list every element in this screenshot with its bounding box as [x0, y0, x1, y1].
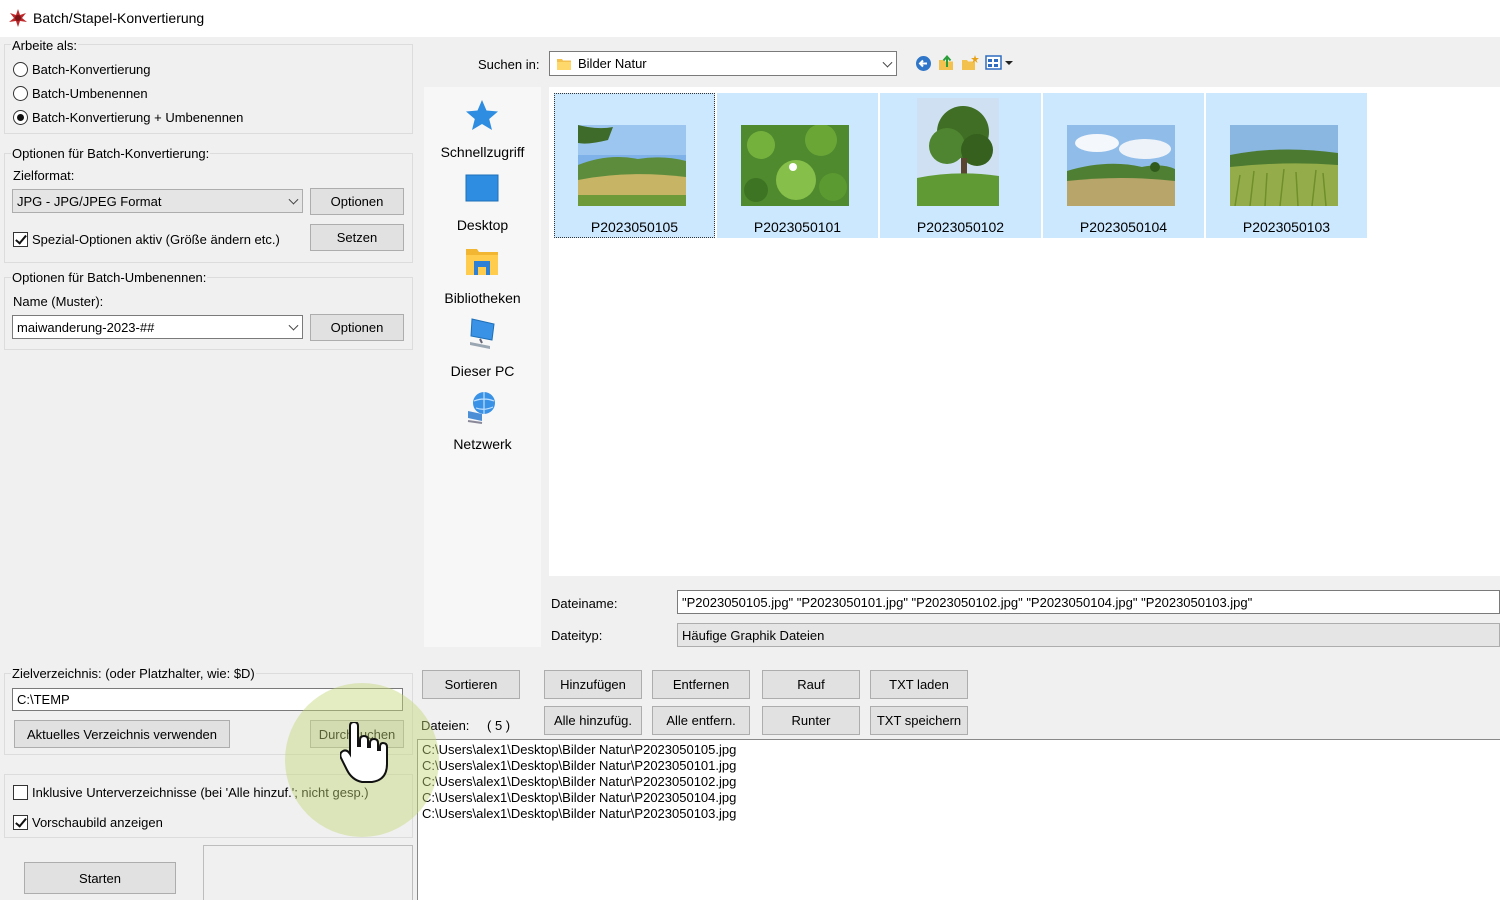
- include-subdirs-checkbox[interactable]: [13, 785, 28, 800]
- look-in-select[interactable]: Bilder Natur: [549, 51, 897, 76]
- places-bar: Schnellzugriff Desktop Bibliotheken Dies…: [424, 87, 541, 647]
- move-up-button[interactable]: Rauf: [762, 670, 860, 699]
- show-preview-label: Vorschaubild anzeigen: [32, 815, 163, 830]
- save-txt-button[interactable]: TXT speichern: [870, 706, 968, 735]
- use-current-dir-button[interactable]: Aktuelles Verzeichnis verwenden: [14, 720, 230, 748]
- file-view[interactable]: P2023050105 P2023050101 P2023050102 P202…: [549, 87, 1500, 576]
- place-libraries[interactable]: Bibliotheken: [424, 241, 541, 307]
- radio-batch-rename-label: Batch-Umbenennen: [32, 86, 148, 101]
- chevron-down-icon: [288, 320, 299, 331]
- load-txt-button[interactable]: TXT laden: [870, 670, 968, 699]
- place-this-pc-label: Dieser PC: [450, 363, 515, 379]
- thumbnail-item[interactable]: P2023050105: [554, 93, 715, 238]
- thumbnail-item[interactable]: P2023050101: [717, 93, 878, 238]
- back-icon[interactable]: [915, 55, 932, 72]
- image-thumbnail: [917, 98, 999, 206]
- target-format-select[interactable]: JPG - JPG/JPEG Format: [12, 189, 303, 213]
- up-folder-icon[interactable]: [937, 54, 955, 72]
- place-desktop-label: Desktop: [456, 217, 509, 233]
- thumbnail-label: P2023050105: [590, 219, 679, 235]
- place-this-pc[interactable]: Dieser PC: [424, 314, 541, 380]
- thumbnail-label: P2023050101: [753, 219, 842, 235]
- chevron-down-icon: [882, 57, 893, 68]
- app-logo-icon: [9, 9, 27, 27]
- place-quick-access-label: Schnellzugriff: [440, 144, 525, 160]
- list-item[interactable]: C:\Users\alex1\Desktop\Bilder Natur\P202…: [422, 806, 736, 822]
- image-thumbnail: [1067, 125, 1175, 206]
- network-icon: [467, 392, 495, 424]
- place-network-label: Netzwerk: [453, 436, 512, 452]
- thumbnail-item[interactable]: P2023050104: [1043, 93, 1204, 238]
- chevron-down-icon: [288, 194, 299, 205]
- image-thumbnail: [578, 125, 686, 206]
- list-item[interactable]: C:\Users\alex1\Desktop\Bilder Natur\P202…: [422, 758, 736, 774]
- target-format-value: JPG - JPG/JPEG Format: [17, 193, 162, 209]
- rename-options-title: Optionen für Batch-Umbenennen:: [11, 270, 208, 285]
- list-item[interactable]: C:\Users\alex1\Desktop\Bilder Natur\P202…: [422, 742, 736, 758]
- format-options-button[interactable]: Optionen: [310, 188, 404, 215]
- name-pattern-label: Name (Muster):: [13, 294, 104, 309]
- show-preview-checkbox[interactable]: [13, 815, 28, 830]
- image-thumbnail: [741, 125, 849, 206]
- filetype-value: Häufige Graphik Dateien: [682, 627, 825, 643]
- new-folder-icon[interactable]: [961, 54, 979, 72]
- title-bar: [0, 0, 1500, 37]
- radio-batch-rename[interactable]: [13, 86, 28, 101]
- look-in-label: Suchen in:: [478, 57, 540, 72]
- computer-icon: [470, 318, 495, 349]
- radio-batch-convert[interactable]: [13, 62, 28, 77]
- convert-options-title: Optionen für Batch-Konvertierung:: [11, 146, 211, 161]
- name-pattern-value: maiwanderung-2023-##: [17, 319, 155, 335]
- thumbnail-item[interactable]: P2023050103: [1206, 93, 1367, 238]
- star-icon: [466, 100, 498, 130]
- radio-convert-and-rename-label: Batch-Konvertierung + Umbenennen: [32, 110, 244, 125]
- thumbnail-label: P2023050104: [1079, 219, 1168, 235]
- work-as-title: Arbeite als:: [11, 38, 79, 53]
- place-quick-access[interactable]: Schnellzugriff: [424, 95, 541, 161]
- folder-icon: [557, 59, 571, 70]
- filetype-label: Dateityp:: [551, 628, 603, 643]
- remove-button[interactable]: Entfernen: [652, 670, 750, 699]
- set-button[interactable]: Setzen: [310, 224, 404, 251]
- add-button[interactable]: Hinzufügen: [544, 670, 642, 699]
- look-in-value: Bilder Natur: [578, 56, 647, 71]
- move-down-button[interactable]: Runter: [762, 706, 860, 735]
- rename-options-button[interactable]: Optionen: [310, 314, 404, 341]
- thumbnail-label: P2023050102: [916, 219, 1005, 235]
- sort-button[interactable]: Sortieren: [422, 670, 520, 699]
- filetype-select[interactable]: Häufige Graphik Dateien: [677, 623, 1500, 647]
- target-format-label: Zielformat:: [13, 168, 75, 183]
- radio-convert-and-rename[interactable]: [13, 110, 28, 125]
- add-all-button[interactable]: Alle hinzufüg.: [544, 706, 642, 735]
- file-list[interactable]: C:\Users\alex1\Desktop\Bilder Natur\P202…: [417, 739, 1500, 900]
- list-item[interactable]: C:\Users\alex1\Desktop\Bilder Natur\P202…: [422, 790, 736, 806]
- image-thumbnail: [1230, 125, 1338, 206]
- place-network[interactable]: Netzwerk: [424, 387, 541, 453]
- place-libraries-label: Bibliotheken: [444, 290, 521, 306]
- preview-box: [203, 845, 413, 900]
- radio-batch-convert-label: Batch-Konvertierung: [32, 62, 151, 77]
- desktop-icon: [465, 174, 499, 202]
- hand-cursor-icon: [340, 722, 388, 783]
- special-options-checkbox[interactable]: [13, 232, 28, 247]
- view-menu-icon[interactable]: [985, 55, 1015, 71]
- place-desktop[interactable]: Desktop: [424, 168, 541, 234]
- target-dir-title: Zielverzeichnis: (oder Platzhalter, wie:…: [11, 666, 256, 681]
- name-pattern-select[interactable]: maiwanderung-2023-##: [12, 315, 303, 339]
- list-item[interactable]: C:\Users\alex1\Desktop\Bilder Natur\P202…: [422, 774, 736, 790]
- thumbnail-label: P2023050103: [1242, 219, 1331, 235]
- files-count: ( 5 ): [487, 718, 511, 733]
- special-options-label: Spezial-Optionen aktiv (Größe ändern etc…: [32, 232, 280, 247]
- remove-all-button[interactable]: Alle entfern.: [652, 706, 750, 735]
- filename-input[interactable]: "P2023050105.jpg" "P2023050101.jpg" "P20…: [677, 590, 1500, 614]
- start-button[interactable]: Starten: [24, 862, 176, 894]
- window-title: Batch/Stapel-Konvertierung: [33, 10, 205, 26]
- thumbnail-item[interactable]: P2023050102: [880, 93, 1041, 238]
- filename-label: Dateiname:: [551, 596, 618, 611]
- library-icon: [466, 249, 498, 275]
